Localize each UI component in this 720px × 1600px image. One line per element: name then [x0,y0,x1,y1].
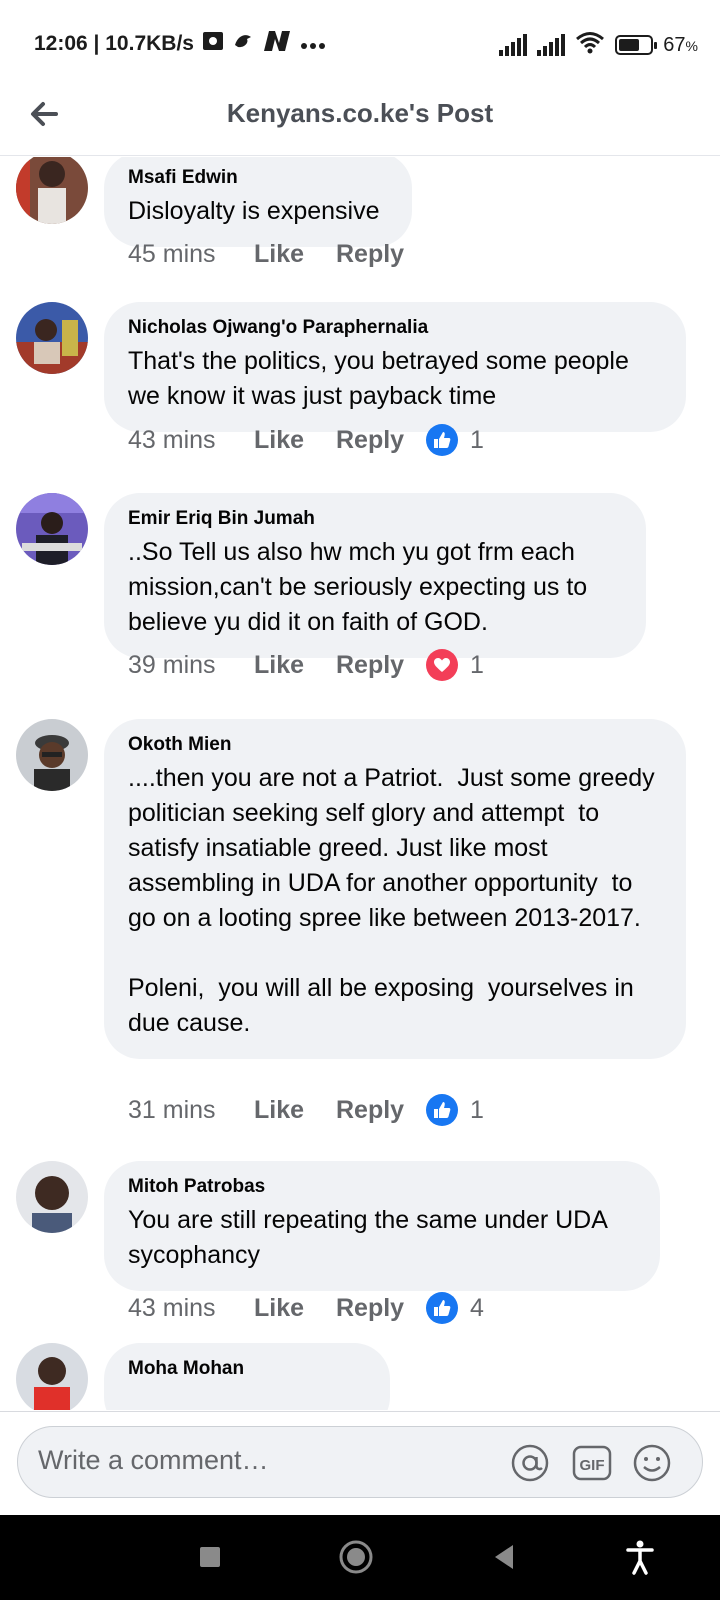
post-header: Kenyans.co.ke's Post [0,84,720,156]
avatar[interactable] [16,1161,88,1233]
reaction-summary[interactable]: 1 [426,424,484,456]
comment-composer: GIF [0,1411,720,1515]
bird-icon [232,31,254,57]
avatar[interactable] [16,1343,88,1410]
gif-icon[interactable]: GIF [572,1443,612,1483]
comment-text: ..So Tell us also hw mch yu got frm each… [128,538,595,636]
comment-bubble[interactable]: Nicholas Ojwang'o Paraphernalia That's t… [104,302,686,432]
page-title: Kenyans.co.ke's Post [226,98,494,128]
comment-time[interactable]: 45 mins [128,240,254,269]
comment-text: Disloyalty is expensive [128,197,380,225]
comment-actions: 31 mins Like Reply 1 [128,1094,484,1126]
reaction-summary[interactable]: 1 [426,1094,484,1126]
love-icon [426,649,458,681]
comment-author[interactable]: Nicholas Ojwang'o Paraphernalia [128,316,662,340]
reply-button[interactable]: Reply [336,240,426,269]
accessibility-icon[interactable] [620,1537,660,1577]
battery-percent: 67% [663,33,698,56]
more-dots-icon [300,33,326,56]
comment-actions: 39 mins Like Reply 1 [128,649,484,681]
comment-input[interactable] [38,1445,478,1476]
avatar[interactable] [16,157,88,224]
reply-button[interactable]: Reply [336,1096,426,1125]
comments-list[interactable]: Msafi Edwin Disloyalty is expensive 45 m… [0,157,720,1410]
back-icon[interactable] [484,1537,524,1577]
reaction-summary[interactable]: 4 [426,1292,484,1324]
reaction-count: 1 [470,650,484,679]
reply-button[interactable]: Reply [336,1294,426,1323]
comment-time[interactable]: 39 mins [128,651,254,680]
reaction-summary[interactable]: 1 [426,649,484,681]
comment-actions: 43 mins Like Reply 1 [128,424,484,456]
comment-author[interactable]: Mitoh Patrobas [128,1175,636,1199]
battery-icon [615,35,658,55]
sim-icon [202,31,224,57]
recents-icon[interactable] [190,1537,230,1577]
comment-bubble[interactable]: Emir Eriq Bin Jumah ..So Tell us also hw… [104,493,646,658]
status-right: 67% [499,30,698,60]
status-bar: 12:06 | 10.7KB/s 67% [0,0,720,84]
comment-author[interactable]: Moha Mohan [128,1357,366,1381]
home-icon[interactable] [336,1537,376,1577]
reply-button[interactable]: Reply [336,426,426,455]
comment-text: That's the politics, you betrayed some p… [128,347,636,410]
reaction-count: 1 [470,425,484,454]
comment-author[interactable]: Okoth Mien [128,733,662,757]
status-time-speed: 12:06 | 10.7KB/s [34,32,194,55]
comment-text: You are still repeating the same under U… [128,1206,614,1269]
like-button[interactable]: Like [254,651,336,680]
comment-author[interactable]: Msafi Edwin [128,166,388,190]
wifi-icon [575,30,605,60]
reply-button[interactable]: Reply [336,651,426,680]
avatar[interactable] [16,493,88,565]
comment-actions: 45 mins Like Reply [128,240,426,269]
emoji-icon[interactable] [632,1443,672,1483]
like-button[interactable]: Like [254,240,336,269]
like-icon [426,424,458,456]
system-nav-bar [0,1515,720,1600]
comment-input-box[interactable]: GIF [17,1426,703,1498]
comment-actions: 43 mins Like Reply 4 [128,1292,484,1324]
reaction-count: 1 [470,1095,484,1124]
comment-bubble[interactable]: Okoth Mien ....then you are not a Patrio… [104,719,686,1059]
comment-bubble[interactable]: Mitoh Patrobas You are still repeating t… [104,1161,660,1291]
like-button[interactable]: Like [254,1294,336,1323]
reaction-count: 4 [470,1293,484,1322]
mention-icon[interactable] [510,1443,550,1483]
comment-time[interactable]: 43 mins [128,1294,254,1323]
like-icon [426,1094,458,1126]
n-app-icon [262,30,292,58]
avatar[interactable] [16,719,88,791]
signal-icon [499,34,528,56]
comment-time[interactable]: 43 mins [128,426,254,455]
like-button[interactable]: Like [254,426,336,455]
comment-author[interactable]: Emir Eriq Bin Jumah [128,507,622,531]
like-icon [426,1292,458,1324]
comment-time[interactable]: 31 mins [128,1096,254,1125]
status-left: 12:06 | 10.7KB/s [34,30,326,58]
like-button[interactable]: Like [254,1096,336,1125]
avatar[interactable] [16,302,88,374]
svg-text:GIF: GIF [580,1457,605,1474]
comment-bubble[interactable]: Msafi Edwin Disloyalty is expensive [104,157,412,247]
comment-bubble[interactable]: Moha Mohan [104,1343,390,1410]
comment-text: ....then you are not a Patriot. Just som… [128,764,655,1037]
signal-icon [537,34,566,56]
